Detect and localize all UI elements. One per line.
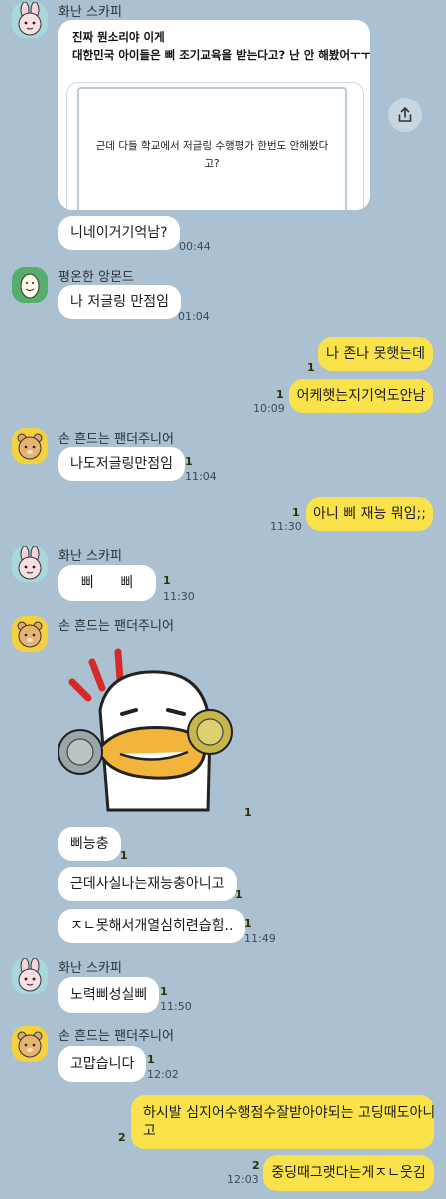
unread-count: 1 <box>163 574 171 587</box>
avatar[interactable] <box>12 958 48 994</box>
unread-count: 1 <box>292 506 300 519</box>
timestamp: 10:09 <box>253 402 285 415</box>
message-bubble[interactable]: 나 존나 못햇는데 <box>318 337 433 371</box>
avatar[interactable] <box>12 546 48 582</box>
preview-text: 근데 다들 학교에서 저글링 수행평가 한번도 안해봤다 고? <box>95 140 329 170</box>
message-bubble[interactable]: 근데사실나는재능충아니고 <box>58 867 237 901</box>
message-bubble[interactable]: 나 저글링 만점임 <box>58 285 182 319</box>
almond-avatar-icon <box>12 267 48 303</box>
timestamp: 12:03 <box>227 1173 259 1186</box>
message-text: 하시발 심지어수행점수잘받아야되는 고딩때도아니 고 <box>143 1104 435 1140</box>
link-preview-card[interactable]: 진짜 뭔소리야 이게 대한민국 아이들은 삐 조기교육을 받는다고? 난 안 해… <box>58 20 370 210</box>
message-bubble[interactable]: 고맙습니다 <box>58 1046 147 1082</box>
unread-count: 2 <box>118 1131 126 1144</box>
timestamp: 11:30 <box>270 520 302 533</box>
card-line: 대한민국 아이들은 삐 조기교육을 받는다고? 난 안 해봤어ㅜㅜ; <box>72 48 370 62</box>
sender-name: 손 흔드는 팬더주니어 <box>58 432 174 447</box>
timestamp: 00:44 <box>179 240 211 253</box>
timestamp: 11:50 <box>160 1000 192 1013</box>
share-icon <box>398 106 412 122</box>
cheering-duck-sticker[interactable] <box>57 640 243 820</box>
unread-count: 1 <box>185 455 193 468</box>
unread-count: 1 <box>160 985 168 998</box>
preview-image: 근데 다들 학교에서 저글링 수행평가 한번도 안해봤다 고? <box>77 87 347 210</box>
message-bubble[interactable]: ㅈㄴ못해서개열심히련습힘.. <box>58 909 246 943</box>
message-bubble[interactable]: 나도저글링만점임 <box>58 447 186 481</box>
unread-count: 1 <box>120 849 128 862</box>
unread-count: 1 <box>307 361 315 374</box>
sender-name: 평온한 앙몬드 <box>58 270 134 285</box>
timestamp: 11:49 <box>244 932 276 945</box>
message-bubble[interactable]: 노력삐성실삐 <box>58 977 160 1013</box>
avatar[interactable] <box>12 616 48 652</box>
sender-name: 화난 스카피 <box>58 549 122 564</box>
message-bubble[interactable]: 삐능충 <box>58 827 121 861</box>
avatar[interactable] <box>12 1026 48 1062</box>
timestamp: 01:04 <box>178 310 210 323</box>
share-button[interactable] <box>388 98 422 132</box>
avatar[interactable] <box>12 2 48 38</box>
bear-avatar-icon <box>12 616 48 652</box>
unread-count: 1 <box>244 806 252 819</box>
unread-count: 2 <box>252 1159 260 1172</box>
avatar[interactable] <box>12 428 48 464</box>
timestamp: 11:04 <box>185 470 217 483</box>
duck-sticker-icon <box>57 648 233 812</box>
sender-name: 화난 스카피 <box>58 961 122 976</box>
message-bubble[interactable]: 니네이거기억남? <box>58 216 180 250</box>
message-bubble[interactable]: 중딩때그랫다는게ㅈㄴ웃김 <box>263 1155 434 1191</box>
unread-count: 1 <box>276 388 284 401</box>
bear-avatar-icon <box>12 428 48 464</box>
message-bubble[interactable]: 하시발 심지어수행점수잘받아야되는 고딩때도아니 고 <box>131 1095 435 1149</box>
message-line: 하시발 심지어수행점수잘받아야되는 고딩때도아니 <box>143 1105 436 1121</box>
timestamp: 12:02 <box>147 1068 179 1081</box>
message-bubble[interactable]: 어케햇는지기억도안남 <box>289 379 433 413</box>
unread-count: 1 <box>235 888 243 901</box>
bear-avatar-icon <box>12 1026 48 1062</box>
sender-name: 손 흔드는 팬더주니어 <box>58 1029 174 1044</box>
link-preview[interactable]: 근데 다들 학교에서 저글링 수행평가 한번도 안해봤다 고? <box>66 82 364 210</box>
card-line: 진짜 뭔소리야 이게 <box>72 30 165 44</box>
avatar[interactable] <box>12 267 48 303</box>
message-bubble[interactable]: 아니 삐 재능 뭐임;; <box>306 497 433 531</box>
sender-name: 손 흔드는 팬더주니어 <box>58 619 174 634</box>
message-line: 고 <box>143 1123 156 1139</box>
unread-count: 1 <box>244 917 252 930</box>
card-text: 진짜 뭔소리야 이게 대한민국 아이들은 삐 조기교육을 받는다고? 난 안 해… <box>72 28 370 64</box>
rabbit-avatar-icon <box>12 2 48 38</box>
timestamp: 11:30 <box>163 590 195 603</box>
message-bubble[interactable]: 삐 삐 <box>58 565 156 601</box>
unread-count: 1 <box>147 1053 155 1066</box>
sender-name: 화난 스카피 <box>58 5 122 20</box>
rabbit-avatar-icon <box>12 546 48 582</box>
rabbit-avatar-icon <box>12 958 48 994</box>
